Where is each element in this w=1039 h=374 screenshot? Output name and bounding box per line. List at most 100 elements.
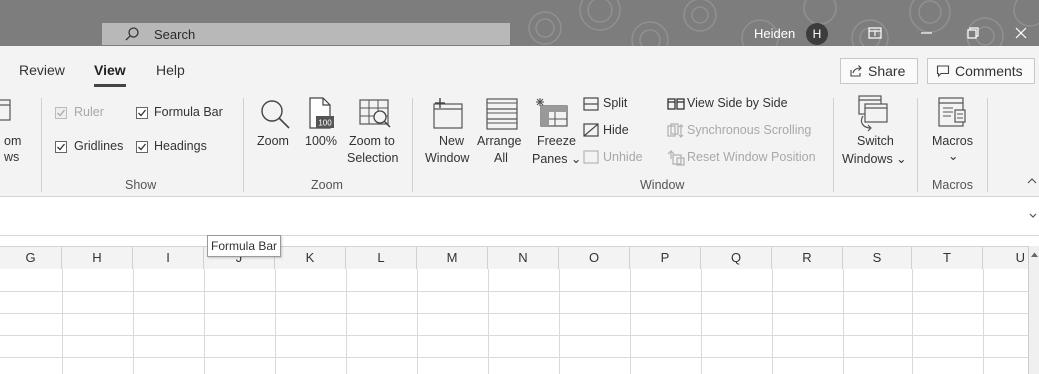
arrange-all-label-2[interactable]: All (494, 151, 508, 165)
close-icon[interactable] (1010, 22, 1032, 44)
comments-button[interactable]: Comments (927, 58, 1035, 84)
column-header-n[interactable]: N (488, 247, 559, 269)
view-side-by-side-label[interactable]: View Side by Side (687, 96, 788, 110)
synchronous-scrolling-icon[interactable] (667, 123, 685, 139)
column-headers: G H I J K L M N O P Q R S T U (0, 246, 1028, 270)
macros-label[interactable]: Macros (932, 134, 973, 148)
collapse-ribbon-icon[interactable] (1026, 176, 1038, 186)
custom-views-label-1[interactable]: om (4, 134, 21, 148)
macros-dropdown-chevron[interactable]: ⌄ (948, 148, 958, 163)
view-side-by-side-icon[interactable] (667, 97, 685, 111)
tab-review[interactable]: Review (19, 62, 65, 78)
arrange-all-label-1[interactable]: Arrange (477, 134, 521, 148)
new-window-label-1[interactable]: New (439, 134, 464, 148)
expand-formula-bar-icon[interactable] (1028, 211, 1038, 221)
zoom-to-selection-label-1[interactable]: Zoom to (349, 134, 395, 148)
window-group-label: Window (640, 178, 685, 192)
search-box[interactable]: Search (102, 23, 510, 45)
group-separator (833, 98, 834, 192)
minimize-icon[interactable] (916, 22, 938, 44)
scroll-up-arrow-icon[interactable] (1030, 251, 1039, 259)
restore-icon[interactable] (962, 22, 984, 44)
macros-icon[interactable] (936, 96, 970, 132)
column-header-r[interactable]: R (772, 247, 843, 269)
gridlines-checkbox[interactable] (55, 141, 67, 153)
zoom-100-icon[interactable]: 100 (306, 96, 340, 132)
worksheet-grid[interactable] (0, 269, 1028, 374)
freeze-panes-label-2[interactable]: Panes ⌄ (532, 151, 581, 166)
custom-views-label-2[interactable]: ws (4, 150, 19, 164)
zoom-100-label[interactable]: 100% (305, 134, 337, 148)
share-button[interactable]: Share (840, 58, 918, 84)
share-icon (850, 65, 862, 77)
synchronous-scrolling-label[interactable]: Synchronous Scrolling (687, 123, 811, 137)
share-label: Share (868, 63, 906, 79)
switch-windows-icon[interactable] (855, 94, 891, 134)
formula-bar-checkbox[interactable] (136, 107, 148, 119)
ruler-label[interactable]: Ruler (74, 105, 104, 119)
freeze-panes-icon[interactable] (535, 96, 571, 132)
column-header-k[interactable]: K (275, 247, 346, 269)
tab-help[interactable]: Help (156, 62, 185, 78)
hide-label[interactable]: Hide (603, 123, 629, 137)
headings-checkbox[interactable] (136, 141, 148, 153)
column-header-p[interactable]: P (630, 247, 701, 269)
macros-group-label: Macros (932, 178, 973, 192)
active-tab-indicator (94, 84, 126, 87)
group-separator (917, 98, 918, 192)
switch-windows-label-1[interactable]: Switch (857, 134, 894, 148)
column-header-g[interactable]: G (0, 247, 62, 269)
gridline (346, 269, 347, 374)
column-header-o[interactable]: O (559, 247, 630, 269)
column-header-h[interactable]: H (62, 247, 133, 269)
column-header-t[interactable]: T (912, 247, 983, 269)
zoom-100-icon-text: 100 (318, 119, 332, 128)
column-header-s[interactable]: S (843, 247, 912, 269)
zoom-to-selection-icon[interactable] (358, 96, 394, 132)
switch-windows-label-2[interactable]: Windows ⌄ (842, 151, 907, 166)
reset-window-position-label[interactable]: Reset Window Position (687, 150, 816, 164)
gridlines-label[interactable]: Gridlines (74, 139, 123, 153)
ribbon-tabs: Review View Help Share Comments (0, 46, 1039, 90)
zoom-group-label: Zoom (311, 178, 343, 192)
column-header-l[interactable]: L (346, 247, 417, 269)
gridline (0, 313, 1028, 314)
headings-label[interactable]: Headings (154, 139, 207, 153)
new-window-label-2[interactable]: Window (425, 151, 469, 165)
arrange-all-icon[interactable] (484, 96, 520, 132)
ribbon-display-options-icon[interactable] (864, 22, 886, 44)
group-separator (243, 98, 244, 192)
freeze-panes-label-1[interactable]: Freeze (537, 134, 576, 148)
column-header-m[interactable]: M (417, 247, 488, 269)
formula-bar-label[interactable]: Formula Bar (154, 105, 223, 119)
formula-bar-area[interactable] (0, 197, 1039, 236)
avatar[interactable]: H (806, 23, 828, 45)
comments-label: Comments (955, 63, 1023, 79)
gridline (630, 269, 631, 374)
gridline (0, 291, 1028, 292)
gridline (417, 269, 418, 374)
split-label[interactable]: Split (603, 96, 627, 110)
zoom-label[interactable]: Zoom (257, 134, 289, 148)
unhide-icon[interactable] (583, 150, 599, 164)
vertical-scrollbar[interactable] (1028, 246, 1039, 374)
reset-window-position-icon[interactable] (667, 150, 685, 166)
gridline (983, 269, 984, 374)
zoom-to-selection-label-2[interactable]: Selection (347, 151, 398, 165)
column-header-q[interactable]: Q (701, 247, 772, 269)
tab-view[interactable]: View (94, 62, 126, 78)
unhide-label[interactable]: Unhide (603, 150, 643, 164)
column-header-i[interactable]: I (133, 247, 204, 269)
new-window-icon[interactable] (430, 96, 466, 132)
show-group-label: Show (125, 178, 157, 192)
gridline (488, 269, 489, 374)
zoom-icon[interactable] (257, 96, 293, 132)
split-icon[interactable] (583, 97, 599, 111)
ruler-checkbox[interactable] (55, 107, 67, 119)
custom-views-icon[interactable] (0, 98, 14, 124)
hide-icon[interactable] (583, 123, 599, 137)
group-separator (41, 98, 42, 192)
gridline (133, 269, 134, 374)
column-header-u[interactable]: U (983, 247, 1028, 269)
user-name[interactable]: Heiden (754, 26, 795, 41)
